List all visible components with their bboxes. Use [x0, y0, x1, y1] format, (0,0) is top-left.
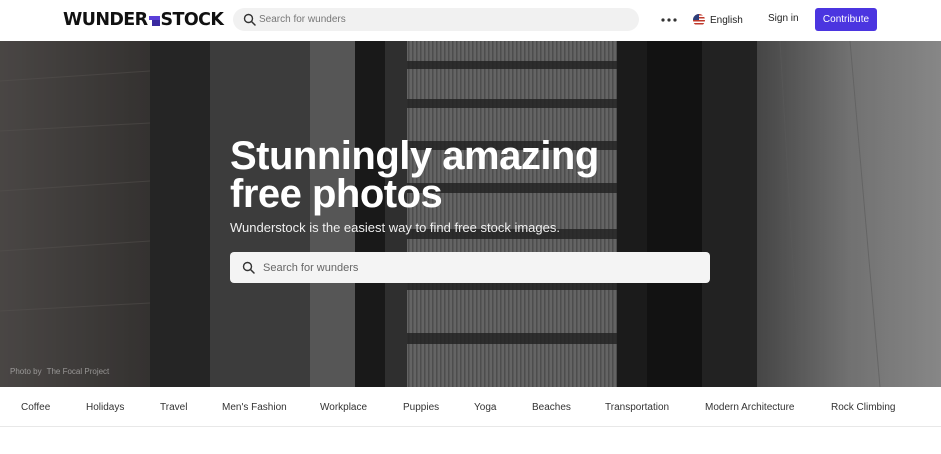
category-link[interactable]: Modern Architecture: [705, 402, 795, 413]
category-link[interactable]: Travel: [160, 402, 187, 413]
language-selector[interactable]: English: [693, 12, 743, 28]
search-icon: [242, 261, 255, 274]
category-link[interactable]: Coffee: [21, 402, 50, 413]
hero-search-input[interactable]: [263, 252, 703, 283]
photo-credit: Photo by The Focal Project: [10, 367, 109, 376]
hero-title: Stunningly amazing free photos: [230, 134, 650, 216]
header-search-bar[interactable]: [233, 8, 639, 31]
sign-in-link[interactable]: Sign in: [768, 13, 799, 24]
category-link[interactable]: Yoga: [474, 402, 496, 413]
hero-subtitle: Wunderstock is the easiest way to find f…: [230, 220, 560, 235]
logo[interactable]: WUNDER STOCK: [63, 9, 224, 31]
contribute-button[interactable]: Contribute: [815, 8, 877, 31]
category-link[interactable]: Puppies: [403, 402, 439, 413]
category-link[interactable]: Holidays: [86, 402, 124, 413]
hero-banner: Stunningly amazing free photos Wundersto…: [0, 41, 941, 387]
header-search-input[interactable]: [259, 8, 629, 31]
photo-credit-prefix: Photo by: [10, 367, 42, 376]
logo-text-right: STOCK: [160, 10, 224, 30]
top-navbar: WUNDER STOCK English Sign in Contribute: [0, 0, 941, 41]
more-dots-icon: [661, 18, 677, 22]
more-options-button[interactable]: [659, 11, 679, 29]
hero-background-photo: [0, 41, 941, 387]
hero-search-bar[interactable]: [230, 252, 710, 283]
category-link[interactable]: Workplace: [320, 402, 367, 413]
logo-mark-icon: [148, 15, 160, 26]
flag-icon: [693, 14, 705, 26]
hero-title-line-2: free photos: [230, 172, 443, 216]
category-link[interactable]: Beaches: [532, 402, 571, 413]
logo-text-left: WUNDER: [63, 10, 148, 30]
photo-credit-author-link[interactable]: The Focal Project: [47, 367, 110, 376]
hero-title-line-1: Stunningly amazing: [230, 134, 599, 178]
category-link[interactable]: Rock Climbing: [831, 402, 895, 413]
language-label: English: [710, 14, 743, 26]
category-link[interactable]: Transportation: [605, 402, 669, 413]
category-bar: Coffee Holidays Travel Men's Fashion Wor…: [0, 387, 941, 427]
category-link[interactable]: Men's Fashion: [222, 402, 287, 413]
search-icon: [243, 13, 256, 26]
